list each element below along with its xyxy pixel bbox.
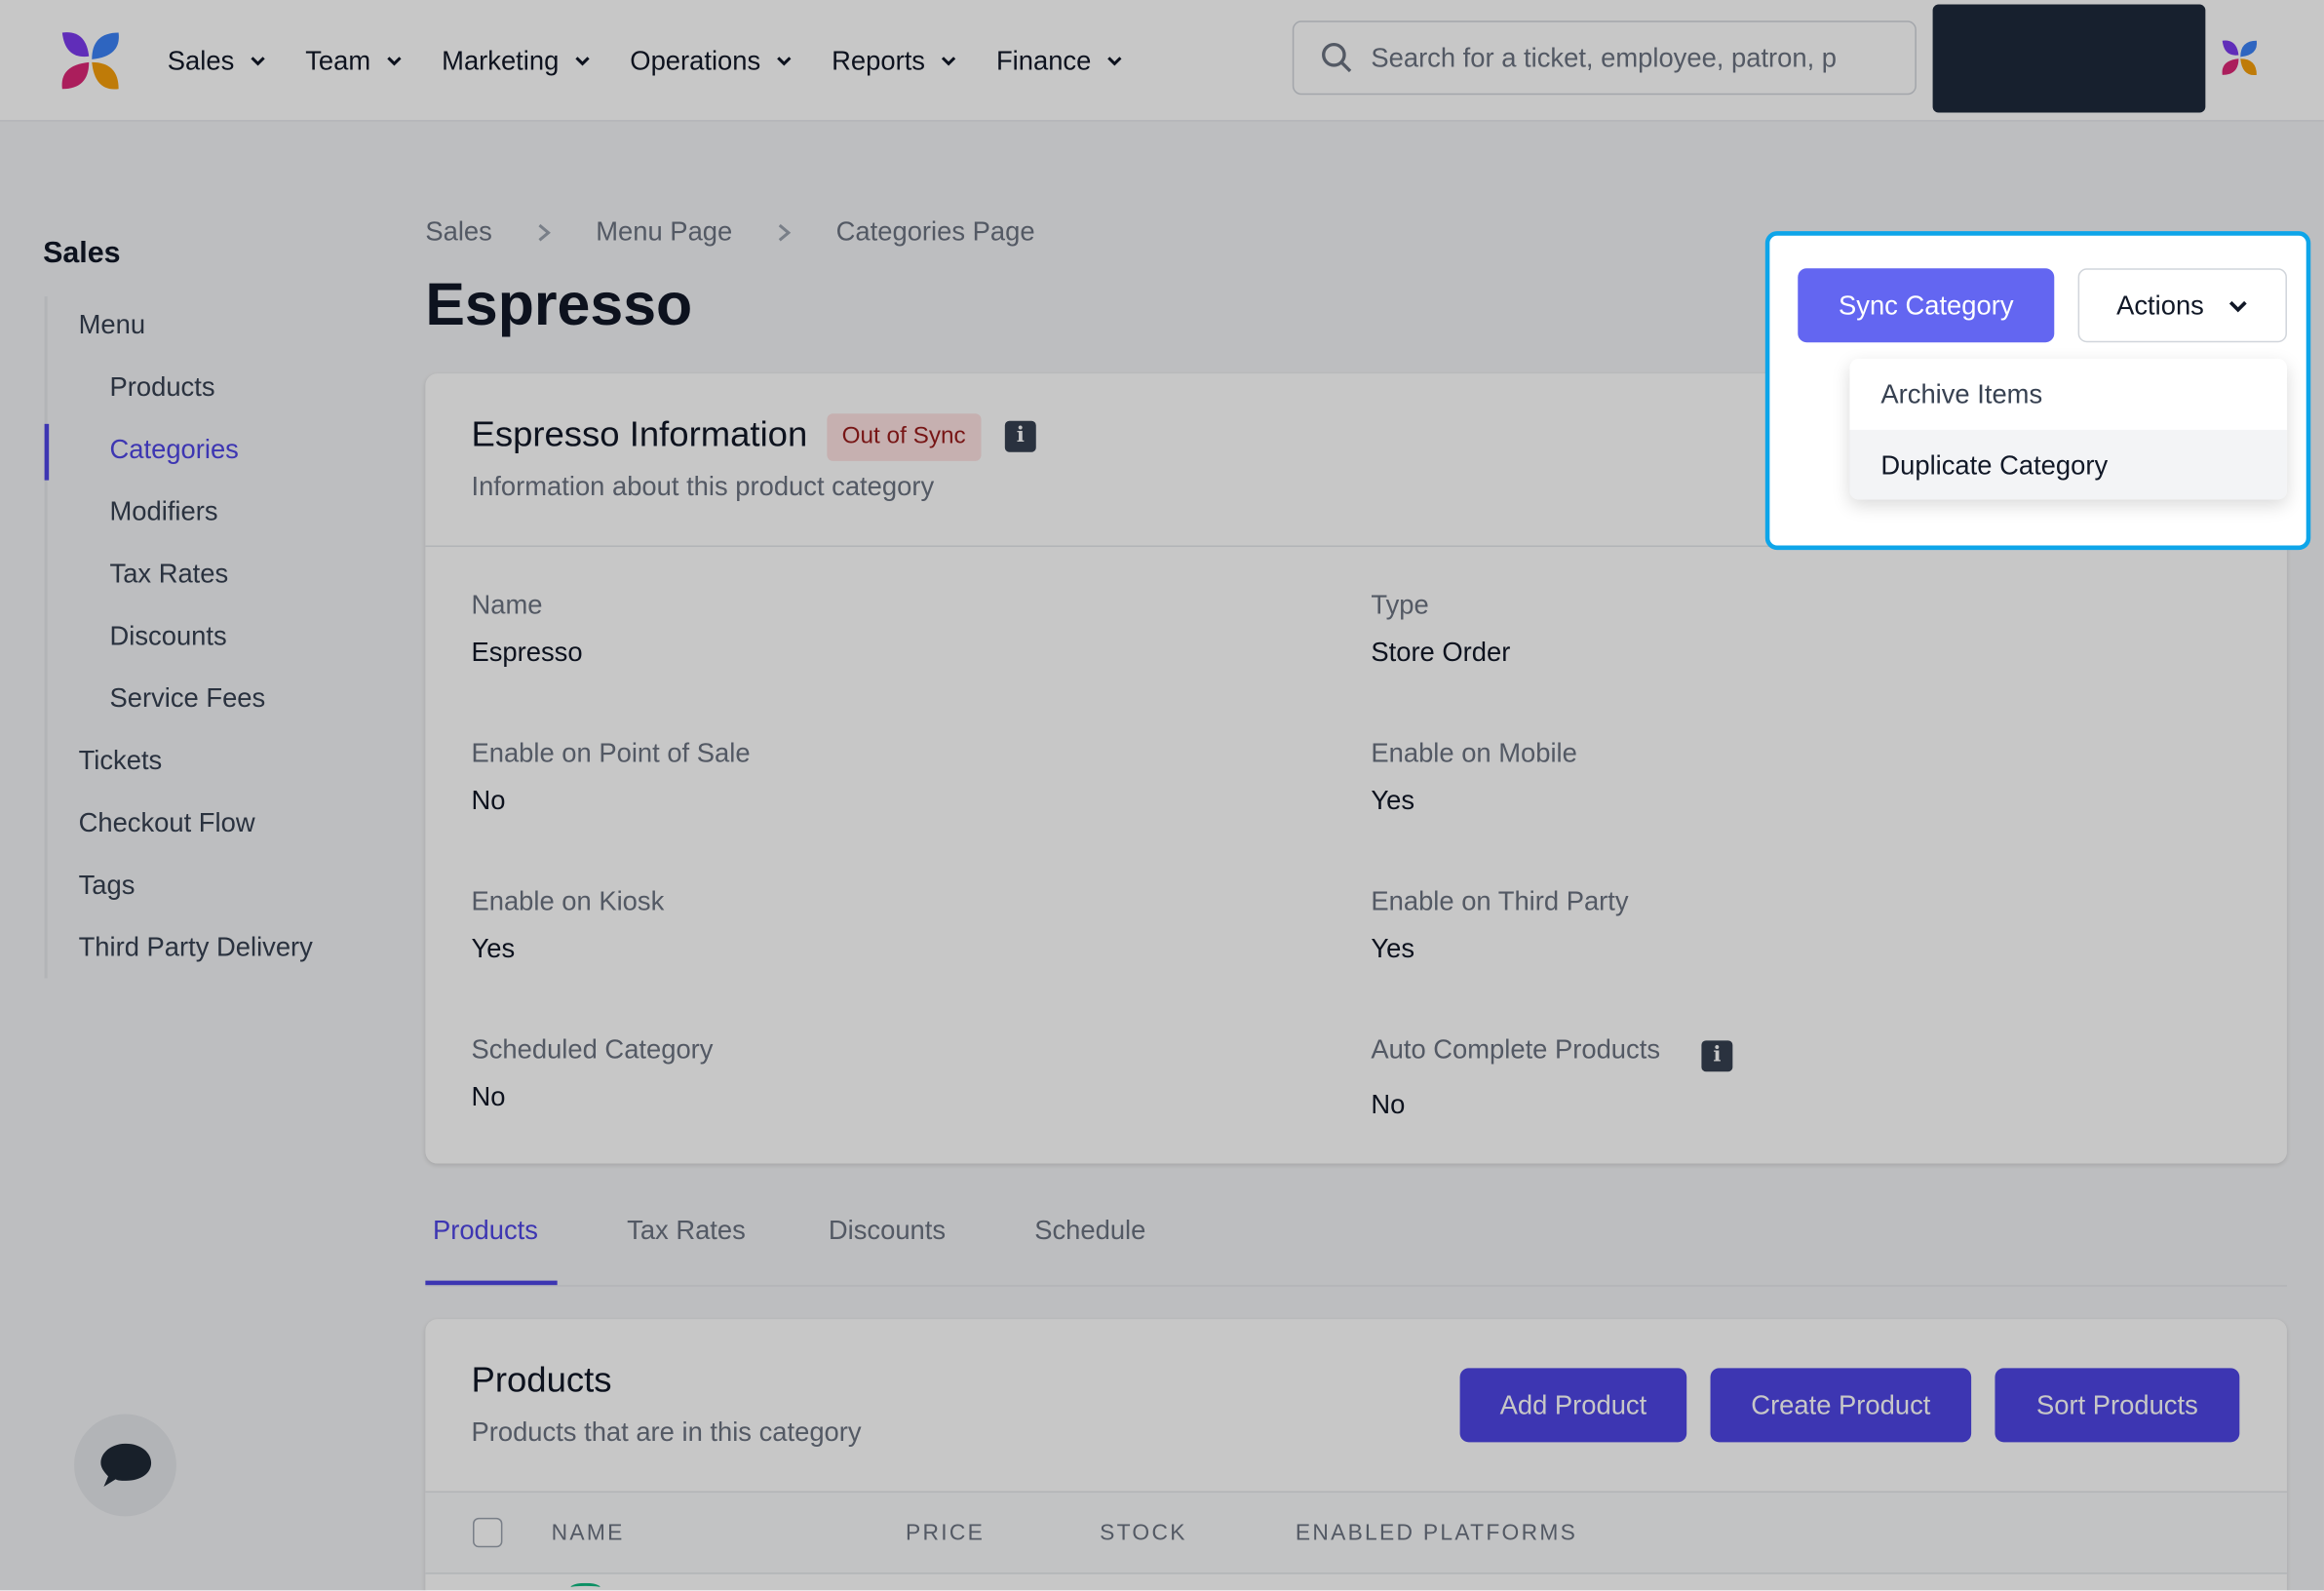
app-root: Sales Team Marketing Operations Reports … [0, 0, 2324, 1591]
chevron-down-icon [2228, 300, 2247, 313]
sync-category-button[interactable]: Sync Category [1798, 268, 2055, 343]
actions-button-label: Actions [2116, 290, 2204, 320]
menu-item-archive-items[interactable]: Archive Items [1849, 359, 2287, 430]
menu-item-duplicate-category[interactable]: Duplicate Category [1849, 429, 2287, 500]
actions-dropdown-menu: Archive Items Duplicate Category [1849, 358, 2287, 500]
actions-dropdown-button[interactable]: Actions [2077, 268, 2287, 343]
